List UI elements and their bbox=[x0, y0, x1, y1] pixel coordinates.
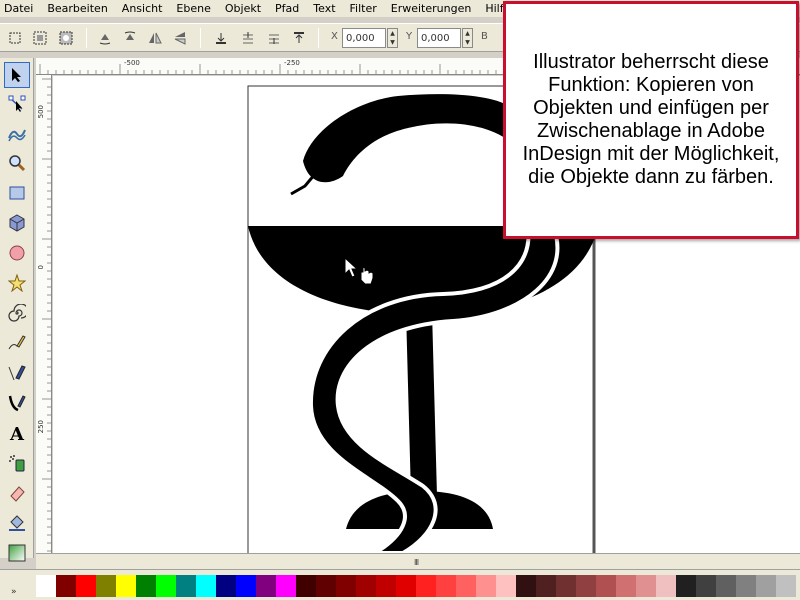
horizontal-scrollbar[interactable]: III bbox=[36, 553, 800, 569]
color-swatch[interactable] bbox=[636, 575, 656, 597]
ruler-label: -500 bbox=[124, 59, 140, 67]
menu-ansicht[interactable]: Ansicht bbox=[122, 0, 163, 17]
color-swatch[interactable] bbox=[116, 575, 136, 597]
color-swatch[interactable] bbox=[176, 575, 196, 597]
tweak-tool-icon[interactable] bbox=[4, 120, 30, 146]
menu-text[interactable]: Text bbox=[313, 0, 335, 17]
ruler-label: 250 bbox=[37, 420, 45, 434]
spray-tool-icon[interactable] bbox=[4, 450, 30, 476]
color-swatch[interactable] bbox=[456, 575, 476, 597]
paint-bucket-tool-icon[interactable] bbox=[4, 510, 30, 536]
invert-selection-icon[interactable] bbox=[57, 29, 75, 47]
raise-icon[interactable] bbox=[265, 29, 283, 47]
menu-pfad[interactable]: Pfad bbox=[275, 0, 299, 17]
color-swatch[interactable] bbox=[96, 575, 116, 597]
select-all-layers-icon[interactable] bbox=[31, 29, 49, 47]
color-swatch[interactable] bbox=[716, 575, 736, 597]
tutorial-callout: Illustrator beherrscht diese Funktion: K… bbox=[503, 1, 799, 239]
gradient-tool-icon[interactable] bbox=[4, 540, 30, 566]
color-swatch[interactable] bbox=[696, 575, 716, 597]
menu-filter[interactable]: Filter bbox=[350, 0, 377, 17]
flip-vertical-icon[interactable] bbox=[171, 29, 189, 47]
color-swatch[interactable] bbox=[396, 575, 416, 597]
pencil-tool-icon[interactable] bbox=[4, 330, 30, 356]
color-swatch[interactable] bbox=[276, 575, 296, 597]
x-label: X bbox=[331, 31, 338, 42]
rotate-ccw-icon[interactable] bbox=[96, 29, 114, 47]
color-swatch[interactable] bbox=[576, 575, 596, 597]
color-swatch[interactable] bbox=[356, 575, 376, 597]
color-swatch[interactable] bbox=[76, 575, 96, 597]
vertical-ruler: 500 0 250 bbox=[36, 75, 52, 553]
toolbox: A bbox=[0, 58, 34, 562]
color-swatch[interactable] bbox=[516, 575, 536, 597]
color-swatch[interactable] bbox=[676, 575, 696, 597]
color-swatch[interactable] bbox=[216, 575, 236, 597]
color-swatch[interactable] bbox=[336, 575, 356, 597]
ruler-label: 500 bbox=[37, 105, 45, 119]
x-spinner[interactable]: ▲ ▼ bbox=[387, 28, 398, 48]
menu-erweiterungen[interactable]: Erweiterungen bbox=[391, 0, 472, 17]
color-swatch[interactable] bbox=[56, 575, 76, 597]
color-swatch[interactable] bbox=[756, 575, 776, 597]
rectangle-tool-icon[interactable] bbox=[4, 180, 30, 206]
color-swatch[interactable] bbox=[196, 575, 216, 597]
node-tool-icon[interactable] bbox=[4, 91, 30, 117]
ruler-label: -250 bbox=[284, 59, 300, 67]
selector-tool-icon[interactable] bbox=[4, 62, 30, 88]
color-swatch[interactable] bbox=[656, 575, 676, 597]
scrollbar-grip[interactable]: III bbox=[414, 558, 419, 567]
color-palette: » bbox=[0, 569, 800, 600]
pen-tool-icon[interactable] bbox=[4, 360, 30, 386]
color-swatch[interactable] bbox=[436, 575, 456, 597]
raise-to-top-icon[interactable] bbox=[290, 29, 308, 47]
menu-objekt[interactable]: Objekt bbox=[225, 0, 261, 17]
callout-text: Illustrator beherrscht diese Funktion: K… bbox=[522, 51, 780, 188]
spiral-tool-icon[interactable] bbox=[4, 300, 30, 326]
color-swatch[interactable] bbox=[376, 575, 396, 597]
text-tool-icon[interactable]: A bbox=[4, 420, 30, 446]
color-swatch[interactable] bbox=[296, 575, 316, 597]
color-swatch[interactable] bbox=[556, 575, 576, 597]
color-swatch[interactable] bbox=[236, 575, 256, 597]
3d-box-tool-icon[interactable] bbox=[4, 210, 30, 236]
star-tool-icon[interactable] bbox=[4, 270, 30, 296]
color-swatch[interactable] bbox=[776, 575, 796, 597]
palette-menu-toggle[interactable]: » bbox=[11, 587, 17, 597]
width-label: B bbox=[481, 31, 488, 42]
flip-horizontal-icon[interactable] bbox=[146, 29, 164, 47]
color-swatch[interactable] bbox=[156, 575, 176, 597]
rotate-cw-icon[interactable] bbox=[121, 29, 139, 47]
menu-ebene[interactable]: Ebene bbox=[176, 0, 210, 17]
lower-to-bottom-icon[interactable] bbox=[212, 29, 230, 47]
color-swatch[interactable] bbox=[496, 575, 516, 597]
color-swatch[interactable] bbox=[36, 575, 56, 597]
menu-datei[interactable]: Datei bbox=[4, 0, 33, 17]
eraser-tool-icon[interactable] bbox=[4, 480, 30, 506]
ellipse-tool-icon[interactable] bbox=[4, 240, 30, 266]
color-swatch[interactable] bbox=[136, 575, 156, 597]
calligraphy-tool-icon[interactable] bbox=[4, 390, 30, 416]
color-swatch[interactable] bbox=[476, 575, 496, 597]
select-all-icon[interactable] bbox=[6, 29, 24, 47]
color-swatch[interactable] bbox=[596, 575, 616, 597]
menu-bearbeiten[interactable]: Bearbeiten bbox=[47, 0, 107, 17]
swatch-row bbox=[36, 575, 796, 597]
ruler-label: 0 bbox=[37, 265, 45, 270]
y-spinner[interactable]: ▲ ▼ bbox=[462, 28, 473, 48]
svg-text:A: A bbox=[9, 424, 25, 442]
color-swatch[interactable] bbox=[536, 575, 556, 597]
zoom-tool-icon[interactable] bbox=[4, 150, 30, 176]
color-swatch[interactable] bbox=[416, 575, 436, 597]
color-swatch[interactable] bbox=[616, 575, 636, 597]
color-swatch[interactable] bbox=[316, 575, 336, 597]
color-swatch[interactable] bbox=[256, 575, 276, 597]
lower-icon[interactable] bbox=[239, 29, 257, 47]
y-label: Y bbox=[406, 31, 413, 42]
color-swatch[interactable] bbox=[736, 575, 756, 597]
x-coordinate-input[interactable] bbox=[342, 28, 386, 48]
y-coordinate-input[interactable] bbox=[417, 28, 461, 48]
